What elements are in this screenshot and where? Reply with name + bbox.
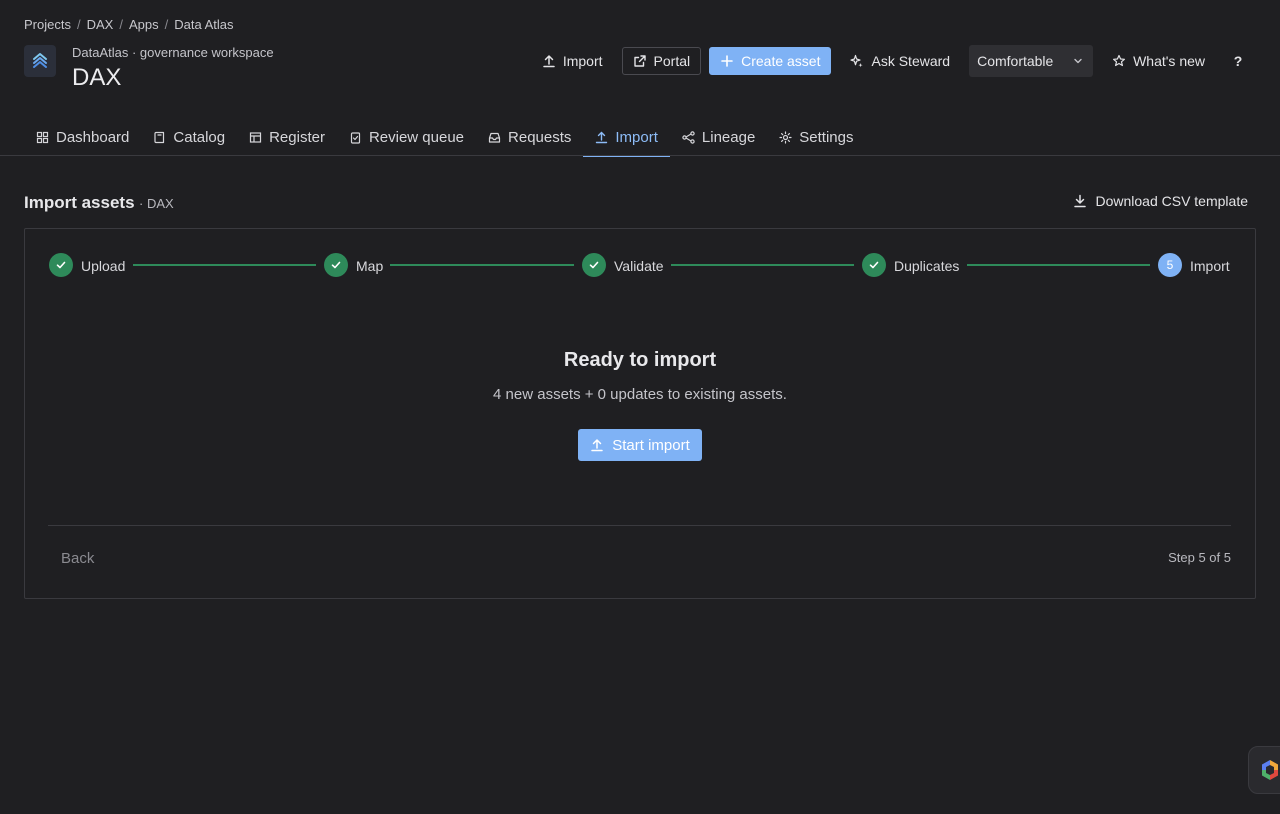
tab-dashboard[interactable]: Dashboard <box>24 118 141 156</box>
workspace-label: DataAtlas · governance workspace <box>72 45 274 60</box>
inbox-icon <box>488 132 501 143</box>
tab-label: Review queue <box>368 128 465 146</box>
header-actions: Import Portal Create asset Ask Steward C… <box>531 45 1252 77</box>
step-complete-check-icon <box>862 253 886 277</box>
download-icon <box>1074 194 1087 208</box>
import-panel <box>24 228 1256 599</box>
upload-icon <box>596 131 608 143</box>
tab-label: Catalog <box>173 128 226 146</box>
check-icon <box>589 261 599 269</box>
download-csv-template-label: Download CSV template <box>1095 193 1248 209</box>
download-csv-template-button[interactable]: Download CSV template <box>1073 193 1248 209</box>
back-button[interactable]: Back <box>61 550 94 567</box>
tab-label: Import <box>615 128 658 146</box>
breadcrumb-item-dax[interactable]: DAX <box>87 17 114 32</box>
start-import-label: Start import <box>612 436 690 454</box>
section-subtitle: · DAX <box>139 196 174 211</box>
breadcrumb: Projects / DAX / Apps / Data Atlas <box>24 17 233 32</box>
tab-label: Lineage <box>701 128 756 146</box>
step-label-import: Import <box>1190 258 1230 274</box>
step-label-duplicates: Duplicates <box>894 258 960 274</box>
table-icon <box>249 131 262 143</box>
density-select[interactable]: Comfortable <box>969 45 1094 77</box>
panel-divider <box>48 525 1231 526</box>
upload-icon <box>543 55 555 68</box>
ask-steward-button[interactable]: Ask Steward <box>839 47 961 75</box>
step-label-map: Map <box>356 258 384 274</box>
plus-icon <box>721 55 733 67</box>
tab-catalog[interactable]: Catalog <box>141 118 237 156</box>
portal-button-label: Portal <box>653 53 691 69</box>
import-button[interactable]: Import <box>531 47 614 75</box>
dashboard-icon <box>36 131 49 143</box>
breadcrumb-separator: / <box>164 17 169 32</box>
tab-review-queue[interactable]: Review queue <box>337 118 476 156</box>
chevron-down-icon <box>1074 58 1082 64</box>
app-logo <box>24 45 56 77</box>
portal-button[interactable]: Portal <box>621 47 702 75</box>
breadcrumb-item-data-atlas[interactable]: Data Atlas <box>174 17 233 32</box>
page-title: DAX <box>72 64 122 91</box>
import-button-label: Import <box>562 53 603 69</box>
step-complete-check-icon <box>49 253 73 277</box>
step-count: Step 5 of 5 <box>1168 550 1231 565</box>
chevrons-up-icon <box>33 53 47 68</box>
check-icon <box>331 261 341 269</box>
tab-lineage[interactable]: Lineage <box>670 118 767 156</box>
density-select-value: Comfortable <box>977 53 1054 69</box>
check-icon <box>56 261 66 269</box>
breadcrumb-separator: / <box>119 17 123 32</box>
step-label-validate: Validate <box>614 258 664 274</box>
start-import-button[interactable]: Start import <box>578 429 702 461</box>
step-connector <box>390 264 574 266</box>
tab-import[interactable]: Import <box>583 118 670 157</box>
whats-new-button[interactable]: What's new <box>1101 47 1216 75</box>
create-asset-button[interactable]: Create asset <box>709 47 832 75</box>
breadcrumb-item-projects[interactable]: Projects <box>24 17 71 32</box>
tab-label: Dashboard <box>56 128 130 146</box>
step-connector <box>133 264 316 266</box>
tab-bar: Dashboard Catalog Register Review queue … <box>24 118 866 157</box>
ask-steward-button-label: Ask Steward <box>871 53 951 69</box>
book-icon <box>154 131 165 143</box>
tab-requests[interactable]: Requests <box>476 118 583 156</box>
sparkle-icon <box>850 54 864 68</box>
help-button[interactable]: ? <box>1224 47 1252 75</box>
tabs-divider <box>0 155 1280 156</box>
step-complete-check-icon <box>324 253 348 277</box>
clipboard-check-icon <box>350 131 361 144</box>
tab-label: Register <box>269 128 325 146</box>
lineage-icon <box>682 130 695 144</box>
step-connector <box>671 264 854 266</box>
gear-icon <box>779 130 792 144</box>
breadcrumb-item-apps[interactable]: Apps <box>129 17 159 32</box>
floating-assistant-button[interactable] <box>1248 746 1280 794</box>
tab-register[interactable]: Register <box>237 118 337 156</box>
section-title: Import assets <box>24 193 135 212</box>
step-complete-check-icon <box>582 253 606 277</box>
ready-title: Ready to import <box>563 349 717 371</box>
tab-label: Requests <box>508 128 572 146</box>
breadcrumb-separator: / <box>76 17 81 32</box>
create-asset-button-label: Create asset <box>741 53 821 69</box>
step-label-upload: Upload <box>81 258 126 274</box>
check-icon <box>869 261 879 269</box>
tab-label: Settings <box>799 128 854 146</box>
whats-new-button-label: What's new <box>1133 53 1205 69</box>
upload-icon <box>591 439 603 452</box>
ready-description: 4 new assets + 0 updates to existing ass… <box>493 386 787 403</box>
tab-settings[interactable]: Settings <box>767 118 865 156</box>
step-current-number: 5 <box>1158 253 1182 277</box>
hexagon-logo-icon <box>1262 760 1278 780</box>
step-connector <box>967 264 1150 266</box>
star-icon <box>1113 54 1126 67</box>
external-link-icon <box>633 55 646 67</box>
